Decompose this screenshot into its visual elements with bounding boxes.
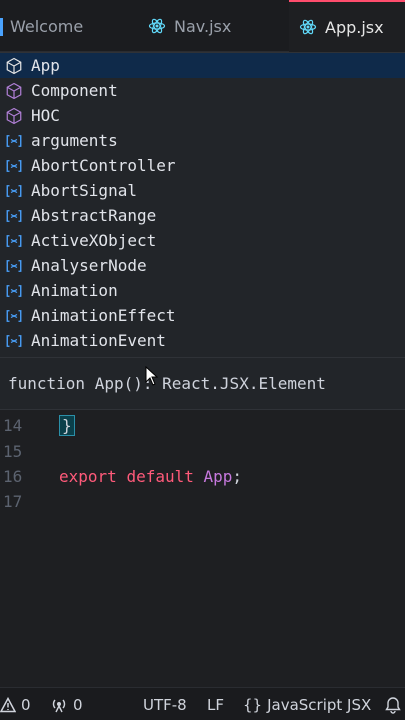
suggestion-item[interactable]: AbortController [0, 153, 405, 178]
language-label: JavaScript JSX [267, 695, 372, 714]
react-icon [299, 18, 317, 36]
problems-indicator[interactable]: 0 [0, 688, 31, 720]
code-line: 15 [0, 438, 405, 464]
signature-text: function App(): React.JSX.Element [8, 374, 326, 393]
suggestion-item[interactable]: ActiveXObject [0, 228, 405, 253]
variable-icon [5, 132, 23, 150]
suggestion-item[interactable]: AbstractRange [0, 203, 405, 228]
suggestion-item[interactable]: AnalyserNode [0, 253, 405, 278]
variable-icon [5, 282, 23, 300]
class-icon [5, 82, 23, 100]
tab-indicator [0, 18, 3, 36]
mouse-cursor-icon [145, 366, 159, 386]
problems-count: 0 [21, 695, 31, 714]
tab-welcome[interactable]: Welcome [0, 0, 130, 52]
line-number: 17 [3, 491, 23, 511]
bell-icon [384, 696, 402, 714]
class-icon [5, 57, 23, 75]
code-content: export default App; [59, 467, 242, 486]
suggestion-label: ActiveXObject [31, 231, 157, 250]
encoding-label: UTF-8 [143, 695, 187, 714]
identifier-app: App [203, 466, 233, 486]
suggestion-item[interactable]: AbortSignal [0, 178, 405, 203]
tab-label: Welcome [10, 16, 84, 36]
tab-bar: Welcome Nav.jsx App.jsx [0, 0, 405, 52]
variable-icon [5, 307, 23, 325]
suggestion-label: AnimationEvent [31, 331, 166, 350]
code-content: } [59, 414, 75, 436]
eol-label: LF [207, 695, 224, 714]
suggestion-label: App [31, 56, 60, 75]
code-line: 14 } [0, 412, 405, 438]
suggestion-label: HOC [31, 106, 60, 125]
keyword-default: default [126, 466, 194, 486]
tab-label: App.jsx [325, 17, 384, 37]
warning-icon [0, 696, 16, 713]
ports-count: 0 [73, 695, 83, 714]
code-editor[interactable]: 14 } 15 16 export default App; 17 [0, 410, 405, 687]
keyword-export: export [59, 466, 117, 486]
variable-icon [5, 182, 23, 200]
suggestion-label: Component [31, 81, 118, 100]
suggestion-item[interactable]: HOC [0, 103, 405, 128]
variable-icon [5, 257, 23, 275]
suggestion-detail: function App(): React.JSX.Element [0, 358, 405, 410]
line-number: 16 [3, 466, 23, 486]
semicolon: ; [232, 466, 243, 486]
suggestion-label: AbortController [31, 156, 176, 175]
class-icon [5, 107, 23, 125]
code-line: 16 export default App; [0, 463, 405, 489]
line-number: 14 [3, 415, 23, 435]
tab-app-jsx[interactable]: App.jsx [289, 0, 405, 52]
react-icon [148, 17, 166, 35]
variable-icon [5, 157, 23, 175]
suggestion-item[interactable]: AnimationEvent [0, 328, 405, 353]
suggestion-list: App Component HOC arguments AbortControl… [0, 52, 405, 358]
matched-brace: } [59, 414, 75, 436]
suggestion-item[interactable]: AnimationEffect [0, 303, 405, 328]
status-bar: 0 0 UTF-8 LF {} JavaScript JSX [0, 687, 405, 720]
ports-indicator[interactable]: 0 [50, 688, 83, 720]
suggestion-item[interactable]: App [0, 53, 405, 78]
variable-icon [5, 207, 23, 225]
variable-icon [5, 232, 23, 250]
suggestion-label: arguments [31, 131, 118, 150]
variable-icon [5, 332, 23, 350]
tab-label: Nav.jsx [174, 16, 232, 36]
code-line: 17 [0, 488, 405, 514]
language-selector[interactable]: {} JavaScript JSX [243, 688, 371, 720]
suggestion-label: AbortSignal [31, 181, 137, 200]
suggestion-label: AnimationEffect [31, 306, 176, 325]
notifications-button[interactable] [384, 688, 402, 720]
suggestion-label: Animation [31, 281, 118, 300]
suggestion-item[interactable]: arguments [0, 128, 405, 153]
suggestion-item[interactable]: Animation [0, 278, 405, 303]
tab-nav-jsx[interactable]: Nav.jsx [138, 0, 288, 52]
eol-selector[interactable]: LF [207, 688, 224, 720]
braces-icon: {} [243, 695, 263, 714]
suggestion-label: AnalyserNode [31, 256, 147, 275]
suggestion-label: AbstractRange [31, 206, 157, 225]
suggestion-item[interactable]: Component [0, 78, 405, 103]
encoding-selector[interactable]: UTF-8 [143, 688, 187, 720]
broadcast-icon [50, 697, 68, 713]
line-number: 15 [3, 441, 23, 461]
